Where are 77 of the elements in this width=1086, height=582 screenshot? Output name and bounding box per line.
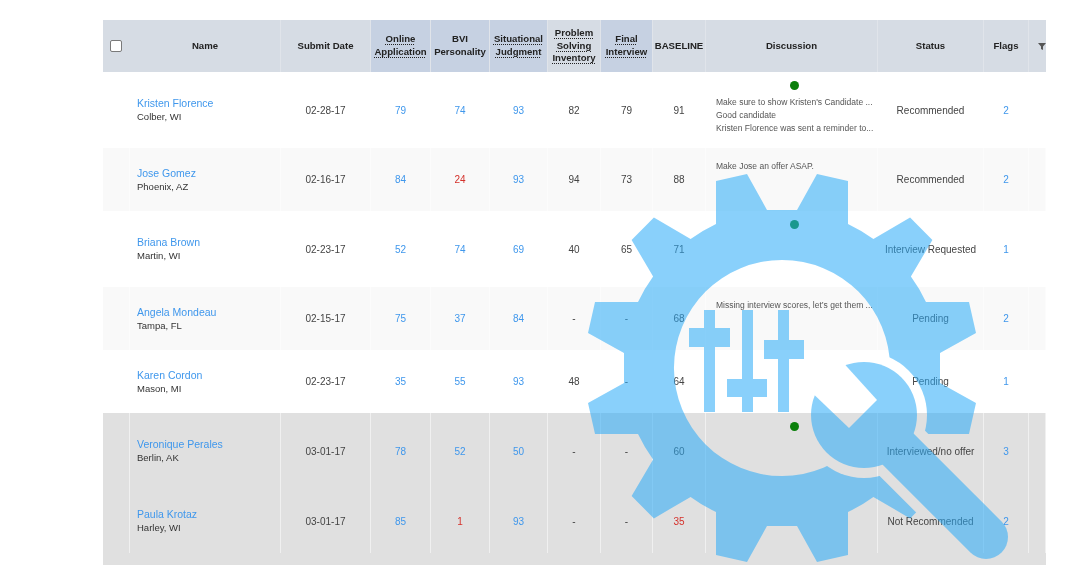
score-value: - [572, 515, 576, 527]
score-link[interactable]: 84 [512, 313, 525, 324]
gear-wrench-icon [588, 174, 1011, 562]
score-value: 91 [673, 104, 685, 116]
score-value: 88 [673, 174, 685, 185]
score-value: - [624, 515, 629, 527]
discussion-comment: Good candidate [716, 109, 777, 122]
candidate-location: Tampa, FL [137, 318, 182, 333]
score-link[interactable]: 74 [454, 243, 466, 255]
submit-date: 02-23-17 [305, 376, 346, 387]
candidate-status: Interview Requested [884, 243, 977, 255]
flags-count-link[interactable]: 2 [1003, 174, 1009, 185]
column-header[interactable]: BVI Personality [431, 20, 490, 72]
candidate-status: Not Recommended [887, 515, 974, 527]
score-link[interactable]: 93 [512, 104, 525, 116]
candidate-name-link[interactable]: Briana Brown [137, 235, 201, 249]
score-link[interactable]: 24 [454, 174, 466, 185]
candidate-name-link[interactable]: Jose Gomez [137, 165, 196, 180]
score-link[interactable]: 35 [394, 376, 407, 387]
score-link[interactable]: 84 [394, 174, 407, 185]
column-header[interactable]: Online Application [371, 20, 431, 72]
score-value: 48 [568, 376, 580, 387]
score-value: - [572, 313, 576, 324]
submit-date: 02-23-17 [305, 243, 346, 255]
score-value: 94 [568, 174, 580, 185]
score-value: 64 [673, 376, 685, 387]
flags-count-link[interactable]: 1 [1003, 376, 1009, 387]
submit-date: 03-01-17 [305, 445, 346, 457]
candidate-location: Phoenix, AZ [137, 179, 189, 194]
score-value: 60 [673, 445, 685, 457]
score-link[interactable]: 93 [512, 174, 525, 185]
score-link[interactable]: 74 [454, 104, 466, 116]
candidate-status: Recommended [896, 104, 965, 116]
score-value: - [624, 376, 629, 387]
score-value: 71 [673, 243, 685, 255]
discussion-comment: Make sure to show Kristen's Candidate ... [716, 96, 873, 109]
score-link[interactable]: 52 [394, 243, 407, 255]
candidate-location: Colber, WI [137, 110, 182, 124]
select-all-checkbox[interactable] [110, 40, 122, 52]
candidate-location: Harley, WI [137, 521, 181, 535]
score-link[interactable]: 69 [512, 243, 525, 255]
candidate-status: Pending [912, 313, 949, 324]
score-value: 35 [673, 515, 685, 527]
column-header[interactable]: Final Interview [601, 20, 653, 72]
score-value: 68 [673, 313, 685, 324]
score-value: 65 [620, 243, 633, 255]
candidate-name-link[interactable]: Karen Cordon [137, 367, 203, 382]
flags-count-link[interactable]: 2 [1003, 104, 1009, 116]
discussion-comment: Missing interview scores, let’s get them ... [716, 299, 873, 312]
score-value: - [572, 445, 576, 457]
submit-date: 02-15-17 [305, 313, 346, 324]
score-value: 82 [568, 104, 580, 116]
score-value: - [624, 313, 629, 324]
score-link[interactable]: 93 [512, 376, 525, 387]
submit-date: 03-01-17 [305, 515, 346, 527]
candidate-name-link[interactable]: Angela Mondeau [137, 304, 217, 319]
flags-count-link[interactable]: 1 [1003, 243, 1009, 255]
candidate-name-link[interactable]: Kristen Florence [137, 96, 214, 110]
score-link[interactable]: 37 [454, 313, 466, 324]
flags-count-link[interactable]: 2 [1003, 313, 1009, 324]
score-value: 79 [620, 104, 633, 116]
candidate-location: Mason, MI [137, 381, 182, 396]
score-value: 40 [568, 243, 580, 255]
submit-date: 02-28-17 [305, 104, 346, 116]
submit-date: 02-16-17 [305, 174, 346, 185]
discussion-comment: Kristen Florence was sent a reminder to... [716, 122, 874, 135]
candidate-location: Martin, WI [137, 249, 181, 263]
candidate-status: Recommended [896, 174, 965, 185]
score-value: - [624, 445, 629, 457]
candidate-location: Berlin, AK [137, 451, 179, 465]
discussion-comment: Make Jose an offer ASAP. [716, 160, 814, 173]
score-link[interactable]: 79 [394, 104, 407, 116]
column-header[interactable]: Situational Judgment [490, 20, 548, 72]
score-link[interactable]: 75 [394, 313, 407, 324]
score-link[interactable]: 55 [454, 376, 466, 387]
score-value: 73 [620, 174, 633, 185]
filter-icon[interactable] [1038, 42, 1046, 50]
